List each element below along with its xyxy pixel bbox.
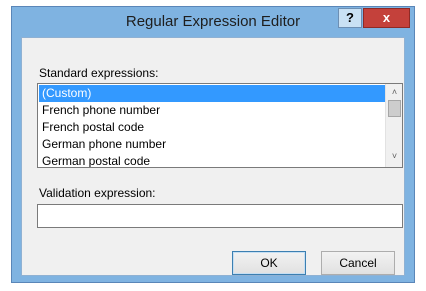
list-item-custom[interactable]: (Custom) xyxy=(39,85,385,102)
scroll-down-icon[interactable]: ˅ xyxy=(388,150,401,163)
validation-expression-input[interactable] xyxy=(37,204,403,228)
list-item-german-phone[interactable]: German phone number xyxy=(39,136,385,153)
list-item-german-postal[interactable]: German postal code xyxy=(39,153,385,167)
close-button[interactable]: x xyxy=(363,8,410,28)
scroll-up-icon[interactable]: ˄ xyxy=(388,86,401,99)
list-item-french-postal[interactable]: French postal code xyxy=(39,119,385,136)
scroll-thumb[interactable] xyxy=(388,100,401,117)
validation-expression-label: Validation expression: xyxy=(39,186,156,200)
help-button[interactable]: ? xyxy=(338,8,362,28)
standard-expressions-label: Standard expressions: xyxy=(39,66,159,80)
list-item-french-phone[interactable]: French phone number xyxy=(39,102,385,119)
title-bar: Regular Expression Editor ? x xyxy=(12,7,414,35)
ok-button[interactable]: OK xyxy=(232,251,306,275)
standard-expressions-list[interactable]: (Custom) French phone number French post… xyxy=(37,83,403,168)
cancel-button[interactable]: Cancel xyxy=(321,251,395,275)
list-scrollbar[interactable]: ˄ ˅ xyxy=(385,84,402,167)
